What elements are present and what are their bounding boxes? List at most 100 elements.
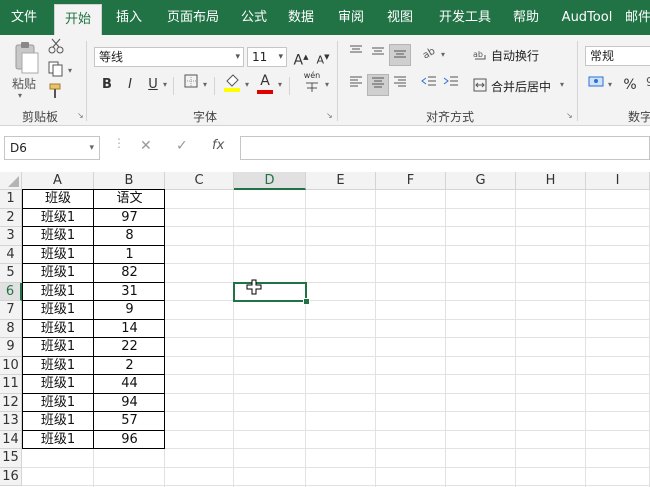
decrease-indent-icon[interactable]	[418, 74, 440, 96]
clipboard-launcher-icon[interactable]: ↘	[77, 112, 85, 120]
row-header-1[interactable]: 1	[0, 190, 22, 209]
orientation-dropdown-icon[interactable]: ▾	[441, 50, 445, 59]
column-header-e[interactable]: E	[306, 172, 376, 190]
table-cell[interactable]: 94	[94, 394, 165, 412]
font-name-combo[interactable]: 等线 ▾	[94, 47, 244, 67]
italic-button[interactable]: I	[119, 74, 141, 96]
tab-review[interactable]: 审阅	[329, 0, 373, 35]
merge-center-icon[interactable]	[473, 78, 487, 95]
paste-label[interactable]: 粘贴	[12, 75, 36, 92]
font-color-dropdown-icon[interactable]: ▾	[278, 80, 282, 89]
table-cell[interactable]: 22	[94, 338, 165, 356]
format-painter-icon[interactable]	[45, 83, 67, 105]
row-header-2[interactable]: 2	[0, 208, 22, 227]
selected-cell[interactable]	[233, 282, 307, 302]
select-all-button[interactable]	[0, 172, 22, 190]
table-cell[interactable]: 班级1	[22, 431, 94, 449]
table-cell[interactable]: 班级1	[22, 412, 94, 430]
row-header-5[interactable]: 5	[0, 264, 22, 283]
table-cell[interactable]: 1	[94, 246, 165, 264]
column-header-g[interactable]: G	[446, 172, 516, 190]
row-header-9[interactable]: 9	[0, 338, 22, 357]
column-header-h[interactable]: H	[516, 172, 586, 190]
number-format-combo[interactable]: 常规	[585, 46, 650, 66]
increase-indent-icon[interactable]	[440, 74, 462, 96]
fill-color-dropdown-icon[interactable]: ▾	[245, 80, 249, 89]
align-center-icon[interactable]	[367, 74, 389, 96]
orientation-icon[interactable]: ab	[418, 44, 440, 66]
table-cell[interactable]: 班级1	[22, 301, 94, 319]
table-cell[interactable]: 班级1	[22, 209, 94, 227]
table-cell[interactable]: 8	[94, 227, 165, 245]
table-cell[interactable]: 班级1	[22, 264, 94, 282]
align-right-icon[interactable]	[389, 74, 411, 96]
copy-dropdown-icon[interactable]: ▾	[68, 66, 72, 75]
name-box[interactable]: D6 ▾	[4, 136, 100, 160]
table-header-cell[interactable]: 班级	[22, 190, 94, 208]
tab-help[interactable]: 帮助	[504, 0, 548, 35]
tab-developer[interactable]: 开发工具	[430, 0, 500, 35]
table-cell[interactable]: 14	[94, 320, 165, 338]
accounting-dropdown-icon[interactable]: ▾	[608, 80, 612, 89]
fill-color-icon[interactable]	[221, 73, 243, 95]
phonetic-guide-icon[interactable]: wén	[300, 72, 324, 96]
table-cell[interactable]: 班级1	[22, 357, 94, 375]
tab-mail[interactable]: 邮件	[625, 0, 650, 35]
row-header-11[interactable]: 11	[0, 375, 22, 394]
table-cell[interactable]: 9	[94, 301, 165, 319]
column-header-i[interactable]: I	[586, 172, 650, 190]
paste-dropdown-icon[interactable]: ▾	[18, 91, 22, 100]
bold-button[interactable]: B	[96, 74, 118, 96]
cut-icon[interactable]	[45, 38, 67, 60]
alignment-launcher-icon[interactable]: ↘	[566, 112, 574, 120]
table-cell[interactable]: 班级1	[22, 338, 94, 356]
comma-style-icon[interactable]: 9	[640, 74, 650, 96]
column-header-f[interactable]: F	[376, 172, 446, 190]
merge-center-button[interactable]: 合并后居中	[491, 78, 551, 95]
column-header-d[interactable]: D	[234, 172, 306, 190]
row-header-8[interactable]: 8	[0, 319, 22, 338]
font-size-combo[interactable]: 11 ▾	[247, 47, 287, 67]
tab-page-layout[interactable]: 页面布局	[158, 0, 228, 35]
phonetic-dropdown-icon[interactable]: ▾	[325, 80, 329, 89]
table-cell[interactable]: 班级1	[22, 394, 94, 412]
row-header-10[interactable]: 10	[0, 356, 22, 375]
percent-style-button[interactable]: %	[619, 74, 641, 96]
table-cell[interactable]: 31	[94, 283, 165, 301]
table-cell[interactable]: 班级1	[22, 227, 94, 245]
table-cell[interactable]: 班级1	[22, 320, 94, 338]
tab-insert[interactable]: 插入	[107, 0, 151, 35]
formula-input[interactable]	[240, 136, 650, 160]
align-middle-icon[interactable]	[367, 44, 389, 66]
row-header-6[interactable]: 6	[0, 282, 22, 301]
borders-dropdown-icon[interactable]: ▾	[203, 80, 207, 89]
cancel-icon[interactable]: ✕	[140, 138, 152, 154]
font-launcher-icon[interactable]: ↘	[326, 112, 334, 120]
row-header-4[interactable]: 4	[0, 245, 22, 264]
tab-data[interactable]: 数据	[279, 0, 323, 35]
column-header-c[interactable]: C	[165, 172, 234, 190]
fill-handle[interactable]	[303, 298, 310, 305]
underline-dropdown-icon[interactable]: ▾	[163, 80, 167, 89]
underline-button[interactable]: U	[142, 74, 164, 96]
grow-font-button[interactable]: A▲	[290, 46, 312, 69]
table-cell[interactable]: 班级1	[22, 283, 94, 301]
tab-file[interactable]: 文件	[2, 0, 46, 35]
tab-home[interactable]: 开始	[54, 4, 102, 35]
row-header-3[interactable]: 3	[0, 227, 22, 246]
wrap-text-icon[interactable]: ab	[473, 47, 487, 64]
table-cell[interactable]: 44	[94, 375, 165, 393]
confirm-icon[interactable]: ✓	[176, 138, 188, 154]
table-cell[interactable]: 57	[94, 412, 165, 430]
tab-formulas[interactable]: 公式	[232, 0, 276, 35]
row-header-12[interactable]: 12	[0, 393, 22, 412]
table-header-cell[interactable]: 语文	[94, 190, 165, 208]
align-left-icon[interactable]	[345, 74, 367, 96]
table-cell[interactable]: 班级1	[22, 246, 94, 264]
merge-dropdown-icon[interactable]: ▾	[560, 80, 564, 89]
row-header-7[interactable]: 7	[0, 301, 22, 320]
column-header-b[interactable]: B	[94, 172, 165, 190]
column-header-a[interactable]: A	[22, 172, 94, 190]
wrap-text-button[interactable]: 自动换行	[491, 47, 539, 64]
shrink-font-button[interactable]: A▼	[312, 46, 334, 68]
